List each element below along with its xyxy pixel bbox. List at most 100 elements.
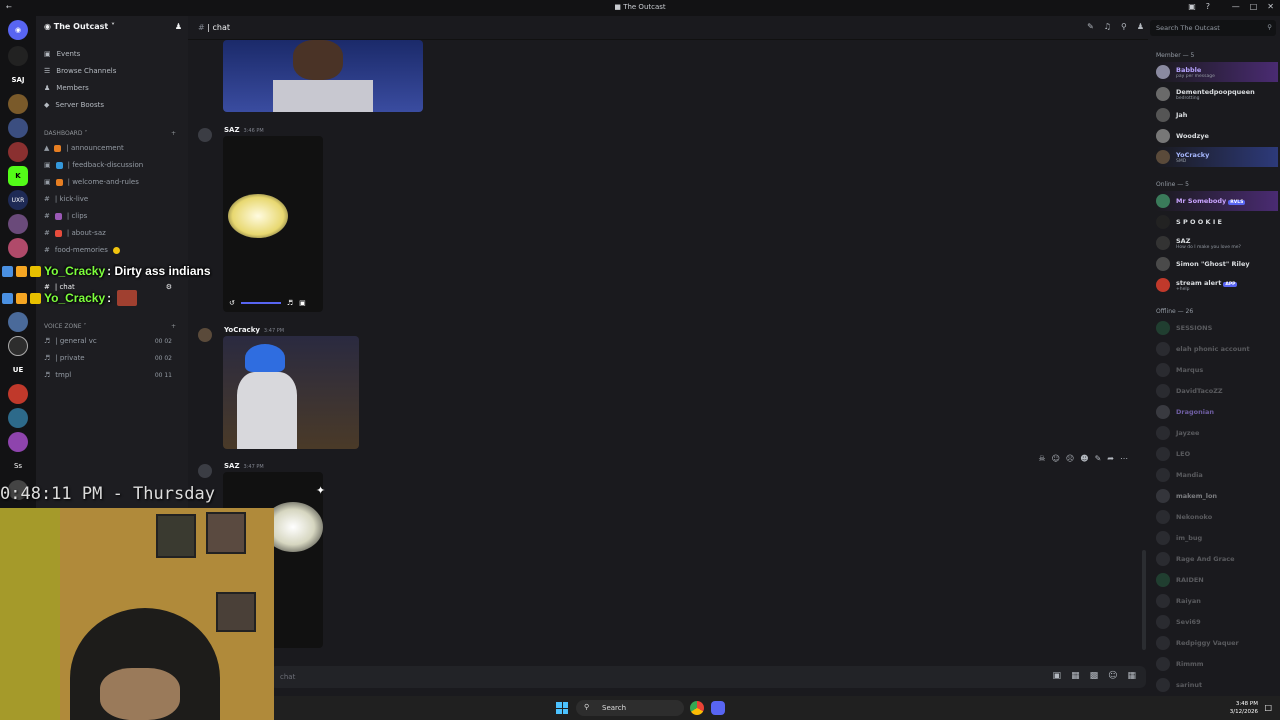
emoji-icon[interactable]: ☺ bbox=[1108, 671, 1117, 681]
channel-about-saz[interactable]: # | about-saz bbox=[44, 229, 180, 237]
server-icon[interactable] bbox=[8, 336, 28, 356]
member-item[interactable]: Simon "Ghost" Riley bbox=[1156, 254, 1278, 274]
member-item[interactable]: Raiyan bbox=[1156, 591, 1278, 611]
invite-people-icon[interactable]: ♟ bbox=[175, 22, 182, 31]
server-icon[interactable] bbox=[8, 408, 28, 428]
channel-kick-live[interactable]: # | kick-live bbox=[44, 195, 180, 203]
category-dashboard[interactable]: DASHBOARD ˅ + bbox=[44, 130, 180, 137]
server-icon[interactable]: UXR bbox=[8, 190, 28, 210]
voice-channel-general-vc[interactable]: ♬ | general vc 00 02 bbox=[44, 337, 180, 345]
fullscreen-icon[interactable]: ▣ bbox=[299, 299, 306, 307]
member-item[interactable]: Rimmm bbox=[1156, 654, 1278, 674]
taskbar-search[interactable]: ⚲ Search bbox=[576, 700, 684, 716]
video-attachment[interactable]: ↺ ♬ ▣ bbox=[223, 136, 323, 312]
member-item[interactable]: sarinut bbox=[1156, 675, 1278, 695]
pin-icon[interactable]: ⚲ bbox=[1121, 22, 1127, 31]
video-progress[interactable] bbox=[240, 302, 281, 304]
avatar[interactable] bbox=[198, 128, 212, 142]
kick-server-icon[interactable]: K bbox=[8, 166, 28, 186]
member-item[interactable]: DavidTacoZZ bbox=[1156, 381, 1278, 401]
add-channel-icon[interactable]: + bbox=[171, 130, 176, 137]
member-item[interactable]: S P O O K I E bbox=[1156, 212, 1278, 232]
channel-announcement[interactable]: ▲ | announcement bbox=[44, 144, 180, 152]
more-icon[interactable]: ⋯ bbox=[1120, 454, 1128, 463]
add-reaction-icon[interactable]: ☻ bbox=[1080, 454, 1088, 463]
member-item[interactable]: Marqus bbox=[1156, 360, 1278, 380]
member-item[interactable]: SAZ How do I make you love me? bbox=[1156, 233, 1278, 253]
forward-icon[interactable]: ➦ bbox=[1107, 454, 1114, 463]
server-icon[interactable] bbox=[8, 214, 28, 234]
message-author[interactable]: SAZ bbox=[224, 126, 240, 134]
category-voice-zone[interactable]: VOICE ZONE ˅ + bbox=[44, 323, 180, 330]
member-item[interactable]: YoCracky SMD bbox=[1156, 147, 1278, 167]
member-item[interactable]: Woodzye bbox=[1156, 126, 1278, 146]
close-button[interactable]: ✕ bbox=[1267, 2, 1274, 11]
gif-attachment[interactable] bbox=[223, 336, 359, 449]
member-item[interactable]: LEO bbox=[1156, 444, 1278, 464]
server-icon[interactable] bbox=[8, 46, 28, 66]
maximize-button[interactable]: □ bbox=[1250, 2, 1258, 11]
windows-start-icon[interactable] bbox=[556, 702, 568, 714]
server-icon[interactable] bbox=[8, 432, 28, 452]
member-item[interactable]: Mr Somebody RVLS bbox=[1156, 191, 1278, 211]
inbox-icon[interactable]: ▣ bbox=[1188, 2, 1196, 11]
member-item[interactable]: elah phonic account bbox=[1156, 339, 1278, 359]
server-icon[interactable] bbox=[8, 312, 28, 332]
server-icon[interactable]: UE bbox=[8, 360, 28, 380]
member-item[interactable]: Dementedpoopqueen bedrotting bbox=[1156, 84, 1278, 104]
minimize-button[interactable]: — bbox=[1232, 2, 1240, 11]
member-item[interactable]: RAIDEN bbox=[1156, 570, 1278, 590]
discord-taskbar-icon[interactable] bbox=[711, 701, 725, 715]
member-item[interactable]: Dragonian bbox=[1156, 402, 1278, 422]
volume-icon[interactable]: ♬ bbox=[287, 299, 293, 307]
server-icon[interactable] bbox=[8, 118, 28, 138]
member-item[interactable]: Redpiggy Vaquer bbox=[1156, 633, 1278, 653]
replay-icon[interactable]: ↺ bbox=[229, 299, 235, 307]
channel-welcome-and-rules[interactable]: ▣ | welcome-and-rules bbox=[44, 178, 180, 186]
server-header[interactable]: ◉ The Outcast ˅ ♟ bbox=[44, 22, 184, 31]
nav-item-members[interactable]: ♟ Members bbox=[44, 84, 89, 92]
help-icon[interactable]: ? bbox=[1206, 2, 1210, 11]
reaction-skull-icon[interactable]: ☠ bbox=[1038, 454, 1045, 463]
member-item[interactable]: im_bug bbox=[1156, 528, 1278, 548]
avatar[interactable] bbox=[198, 328, 212, 342]
voice-channel-private[interactable]: ♬ | private 00 02 bbox=[44, 354, 180, 362]
reaction-cry-icon[interactable]: ☹ bbox=[1066, 454, 1074, 463]
system-clock[interactable]: 3:48 PM 3/12/2026 bbox=[1230, 700, 1258, 716]
gif-icon[interactable]: ▦ bbox=[1071, 671, 1080, 681]
server-icon[interactable]: Ss bbox=[8, 456, 28, 476]
gif-attachment[interactable] bbox=[223, 40, 423, 112]
server-icon[interactable]: SAJ bbox=[8, 70, 28, 90]
sticker-icon[interactable]: ▩ bbox=[1090, 671, 1099, 681]
member-item[interactable]: Mandia bbox=[1156, 465, 1278, 485]
channel-clips[interactable]: # | clips bbox=[44, 212, 180, 220]
chrome-icon[interactable] bbox=[690, 701, 704, 715]
member-item[interactable]: SESSIONS bbox=[1156, 318, 1278, 338]
channel-food-memories[interactable]: # food-memories bbox=[44, 246, 180, 254]
threads-icon[interactable]: ✎ bbox=[1087, 22, 1094, 31]
message-input[interactable]: chat ▣ ▦ ▩ ☺ ▦ bbox=[270, 666, 1146, 688]
edit-icon[interactable]: ✎ bbox=[1095, 454, 1102, 463]
message-author[interactable]: SAZ bbox=[224, 462, 240, 470]
member-item[interactable]: makem_lon bbox=[1156, 486, 1278, 506]
member-item[interactable]: stream alert APP +help bbox=[1156, 275, 1278, 295]
voice-channel-tmpl[interactable]: ♬ tmpl 00 11 bbox=[44, 371, 180, 379]
member-item[interactable]: Nekonoko bbox=[1156, 507, 1278, 527]
member-item[interactable]: Rage And Grace bbox=[1156, 549, 1278, 569]
server-icon[interactable] bbox=[8, 94, 28, 114]
member-item[interactable]: Jah bbox=[1156, 105, 1278, 125]
avatar[interactable] bbox=[198, 464, 212, 478]
reaction-laugh-icon[interactable]: ☺ bbox=[1052, 454, 1060, 463]
server-icon[interactable] bbox=[8, 384, 28, 404]
add-channel-icon[interactable]: + bbox=[171, 323, 176, 330]
member-item[interactable]: Sevi69 bbox=[1156, 612, 1278, 632]
channel-feedback-discussion[interactable]: ▣ | feedback-discussion bbox=[44, 161, 180, 169]
message-author[interactable]: YoCracky bbox=[224, 326, 260, 334]
gift-icon[interactable]: ▣ bbox=[1053, 671, 1062, 681]
apps-icon[interactable]: ▦ bbox=[1127, 671, 1136, 681]
search-input[interactable]: Search The Outcast ⚲ bbox=[1150, 20, 1276, 36]
member-item[interactable]: Babble pay per message bbox=[1156, 62, 1278, 82]
home-button[interactable]: ◉ bbox=[8, 20, 28, 40]
scrollbar[interactable] bbox=[1142, 550, 1146, 650]
server-icon[interactable] bbox=[8, 238, 28, 258]
